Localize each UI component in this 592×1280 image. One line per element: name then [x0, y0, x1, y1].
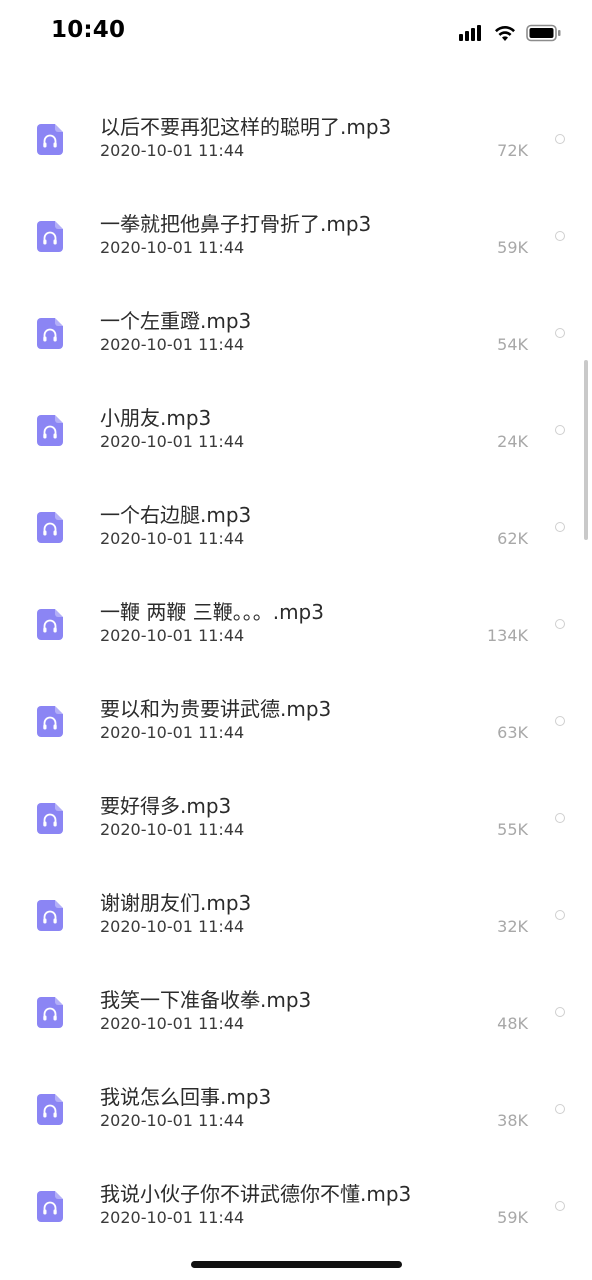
audio-file-icon — [37, 1094, 63, 1125]
select-radio[interactable] — [555, 813, 565, 823]
file-row[interactable]: 要好得多.mp3 2020-10-01 11:44 55K — [0, 765, 592, 862]
file-date: 2020-10-01 11:44 — [100, 1208, 245, 1227]
audio-file-icon — [37, 415, 63, 446]
battery-icon — [526, 24, 561, 42]
home-indicator[interactable] — [191, 1261, 402, 1268]
audio-file-icon — [37, 318, 63, 349]
cellular-signal-icon — [459, 25, 481, 41]
audio-file-icon — [37, 803, 63, 834]
audio-file-icon — [37, 900, 63, 931]
file-name: 我说小伙子你不讲武德你不懂.mp3 — [100, 1182, 412, 1206]
select-radio[interactable] — [555, 1104, 565, 1114]
audio-file-icon — [37, 1191, 63, 1222]
file-name: 一拳就把他鼻子打骨折了.mp3 — [100, 212, 372, 236]
file-size: 32K — [497, 917, 528, 936]
audio-file-icon — [37, 512, 63, 543]
file-name: 一个右边腿.mp3 — [100, 503, 252, 527]
file-name: 我笑一下准备收拳.mp3 — [100, 988, 312, 1012]
file-date: 2020-10-01 11:44 — [100, 723, 245, 742]
file-row[interactable]: 我说怎么回事.mp3 2020-10-01 11:44 38K — [0, 1056, 592, 1153]
select-radio[interactable] — [555, 134, 565, 144]
file-size: 59K — [497, 238, 528, 257]
file-name: 小朋友.mp3 — [100, 406, 212, 430]
file-name: 以后不要再犯这样的聪明了.mp3 — [100, 115, 392, 139]
file-row[interactable]: 要以和为贵要讲武德.mp3 2020-10-01 11:44 63K — [0, 668, 592, 765]
select-radio[interactable] — [555, 522, 565, 532]
file-row[interactable]: 一拳就把他鼻子打骨折了.mp3 2020-10-01 11:44 59K — [0, 183, 592, 280]
file-size: 24K — [497, 432, 528, 451]
file-size: 38K — [497, 1111, 528, 1130]
file-date: 2020-10-01 11:44 — [100, 529, 245, 548]
status-icons — [458, 20, 562, 46]
status-time: 10:40 — [51, 17, 126, 43]
file-row[interactable]: 小朋友.mp3 2020-10-01 11:44 24K — [0, 377, 592, 474]
select-radio[interactable] — [555, 328, 565, 338]
select-radio[interactable] — [555, 1201, 565, 1211]
file-size: 59K — [497, 1208, 528, 1227]
file-list-screen: 10:40 以后不要再犯这样的聪明了.mp3 2020-10-01 11:44 72… — [0, 0, 592, 1280]
select-radio[interactable] — [555, 716, 565, 726]
wifi-icon — [495, 25, 515, 41]
select-radio[interactable] — [555, 910, 565, 920]
file-size: 63K — [497, 723, 528, 742]
file-name: 要以和为贵要讲武德.mp3 — [100, 697, 332, 721]
file-name: 谢谢朋友们.mp3 — [100, 891, 252, 915]
file-date: 2020-10-01 11:44 — [100, 917, 245, 936]
file-row[interactable]: 我说小伙子你不讲武德你不懂.mp3 2020-10-01 11:44 59K — [0, 1153, 592, 1250]
select-radio[interactable] — [555, 231, 565, 241]
file-name: 一鞭 两鞭 三鞭。。。.mp3 — [100, 600, 324, 624]
file-row[interactable]: 以后不要再犯这样的聪明了.mp3 2020-10-01 11:44 72K — [0, 86, 592, 183]
file-row[interactable]: 一个左重蹬.mp3 2020-10-01 11:44 54K — [0, 280, 592, 377]
file-date: 2020-10-01 11:44 — [100, 141, 245, 160]
file-size: 62K — [497, 529, 528, 548]
file-date: 2020-10-01 11:44 — [100, 820, 245, 839]
file-date: 2020-10-01 11:44 — [100, 1111, 245, 1130]
file-date: 2020-10-01 11:44 — [100, 626, 245, 645]
file-list: 以后不要再犯这样的聪明了.mp3 2020-10-01 11:44 72K 一拳就把他… — [0, 86, 592, 1250]
file-row[interactable]: 我笑一下准备收拳.mp3 2020-10-01 11:44 48K — [0, 959, 592, 1056]
select-radio[interactable] — [555, 1007, 565, 1017]
file-size: 55K — [497, 820, 528, 839]
file-date: 2020-10-01 11:44 — [100, 335, 245, 354]
status-bar: 10:40 — [0, 0, 592, 64]
file-date: 2020-10-01 11:44 — [100, 432, 245, 451]
file-row[interactable]: 一个右边腿.mp3 2020-10-01 11:44 62K — [0, 474, 592, 571]
file-row[interactable]: 谢谢朋友们.mp3 2020-10-01 11:44 32K — [0, 862, 592, 959]
audio-file-icon — [37, 706, 63, 737]
scrollbar[interactable] — [584, 360, 588, 540]
select-radio[interactable] — [555, 619, 565, 629]
file-size: 54K — [497, 335, 528, 354]
file-name: 我说怎么回事.mp3 — [100, 1085, 272, 1109]
file-name: 一个左重蹬.mp3 — [100, 309, 252, 333]
file-size: 48K — [497, 1014, 528, 1033]
file-size: 134K — [486, 626, 528, 645]
file-row[interactable]: 一鞭 两鞭 三鞭。。。.mp3 2020-10-01 11:44 134K — [0, 571, 592, 668]
select-radio[interactable] — [555, 425, 565, 435]
audio-file-icon — [37, 124, 63, 155]
audio-file-icon — [37, 609, 63, 640]
audio-file-icon — [37, 221, 63, 252]
file-date: 2020-10-01 11:44 — [100, 238, 245, 257]
file-size: 72K — [497, 141, 528, 160]
audio-file-icon — [37, 997, 63, 1028]
file-name: 要好得多.mp3 — [100, 794, 232, 818]
file-date: 2020-10-01 11:44 — [100, 1014, 245, 1033]
